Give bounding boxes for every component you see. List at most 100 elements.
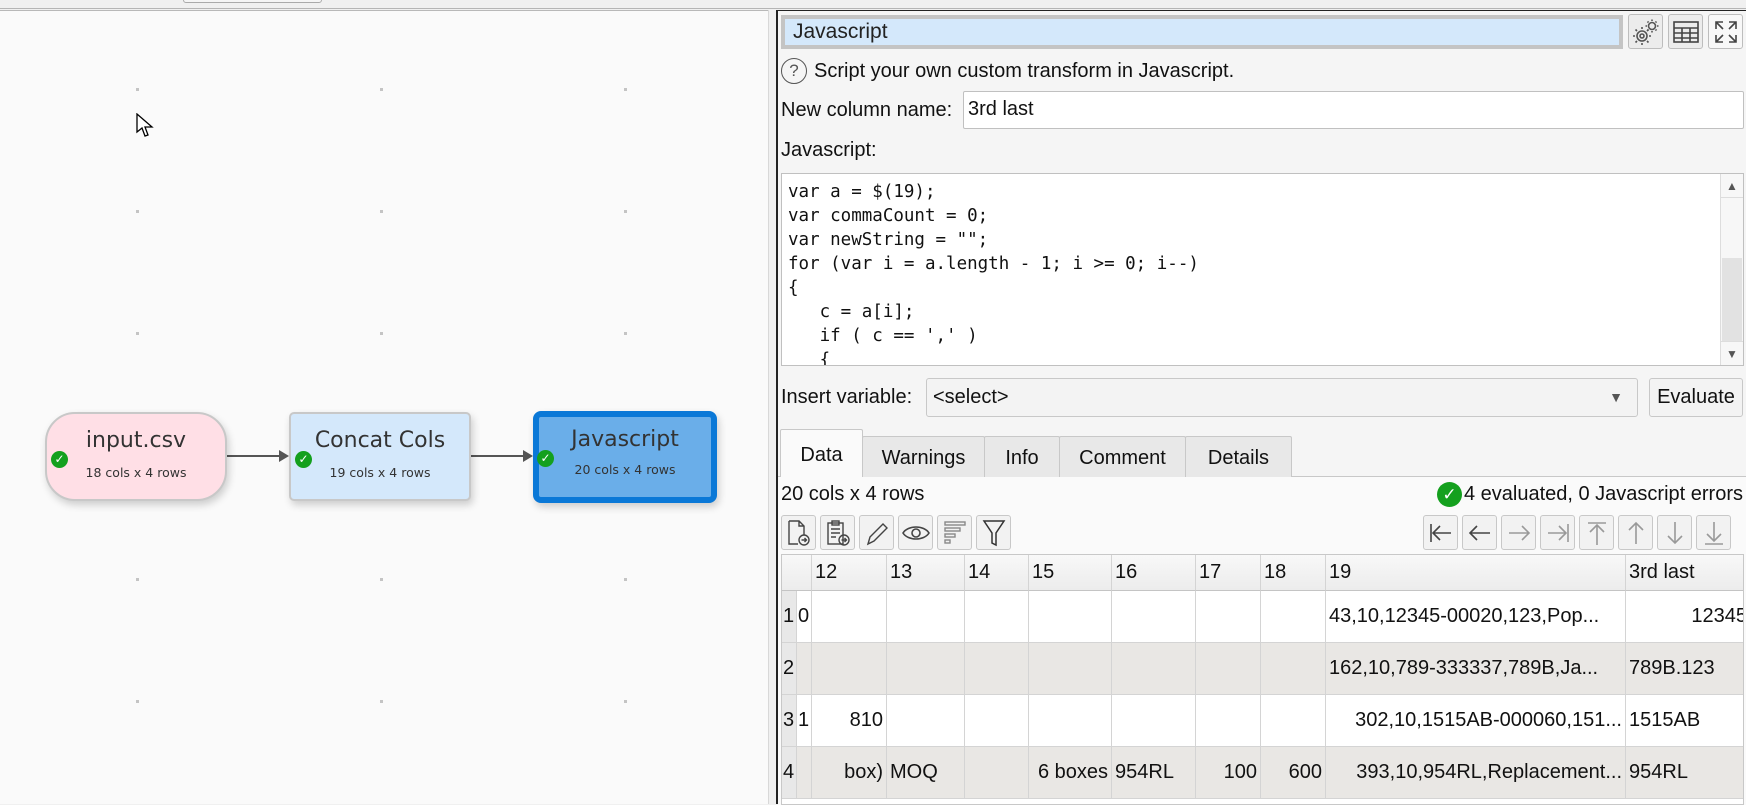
next-row-button[interactable] bbox=[1657, 515, 1692, 550]
table-cell[interactable]: 12345 bbox=[1626, 591, 1743, 643]
new-column-name-input[interactable]: 3rd last bbox=[963, 91, 1744, 129]
column-header[interactable]: 19 bbox=[1326, 555, 1626, 591]
scroll-down-icon[interactable]: ▼ bbox=[1721, 341, 1743, 365]
first-row-button[interactable] bbox=[1579, 515, 1614, 550]
tab-info[interactable]: Info bbox=[984, 436, 1060, 477]
table-cell[interactable]: 0 bbox=[797, 591, 812, 643]
canvas-grid-dot bbox=[136, 700, 139, 703]
table-cell[interactable]: 162,10,789-333337,789B,Ja... bbox=[1326, 643, 1626, 695]
sort-button[interactable] bbox=[937, 515, 972, 550]
table-cell[interactable]: 810 bbox=[812, 695, 887, 747]
table-cell[interactable] bbox=[1029, 643, 1112, 695]
column-header[interactable]: 18 bbox=[1261, 555, 1326, 591]
table-cell[interactable] bbox=[1112, 695, 1196, 747]
table-cell[interactable] bbox=[1112, 643, 1196, 695]
table-cell[interactable] bbox=[797, 643, 812, 695]
tab-data[interactable]: Data bbox=[780, 429, 863, 478]
table-cell[interactable] bbox=[1196, 643, 1261, 695]
row-header[interactable]: 1 bbox=[782, 591, 797, 643]
node-concat-cols[interactable]: ✓ Concat Cols 19 cols x 4 rows bbox=[289, 412, 471, 501]
table-cell[interactable] bbox=[887, 591, 965, 643]
scroll-up-icon[interactable]: ▲ bbox=[1721, 174, 1743, 198]
table-cell[interactable]: MOQ bbox=[887, 747, 965, 799]
previous-row-button[interactable] bbox=[1618, 515, 1653, 550]
data-table[interactable]: 12 13 14 15 16 17 18 19 3rd last 1 0 43,10,12345-00… bbox=[781, 554, 1744, 805]
table-cell[interactable] bbox=[1261, 591, 1326, 643]
table-cell[interactable]: 6 boxes bbox=[1029, 747, 1112, 799]
maximize-button[interactable] bbox=[1708, 14, 1743, 49]
first-column-button[interactable] bbox=[1423, 515, 1458, 550]
table-cell[interactable] bbox=[887, 643, 965, 695]
tab-details[interactable]: Details bbox=[1185, 436, 1292, 477]
table-cell[interactable]: 1 bbox=[797, 695, 812, 747]
edge-input-to-concat bbox=[227, 455, 279, 457]
table-cell[interactable] bbox=[887, 695, 965, 747]
table-cell[interactable]: 954RL bbox=[1112, 747, 1196, 799]
export-file-button[interactable] bbox=[781, 515, 816, 550]
gear-icon bbox=[1632, 19, 1658, 45]
table-view-button[interactable] bbox=[1668, 14, 1703, 49]
table-cell[interactable] bbox=[1112, 591, 1196, 643]
view-button[interactable] bbox=[898, 515, 933, 550]
table-cell[interactable] bbox=[1261, 695, 1326, 747]
evaluate-button[interactable]: Evaluate bbox=[1649, 378, 1743, 417]
table-cell[interactable]: 393,10,954RL,Replacement... bbox=[1326, 747, 1626, 799]
table-cell[interactable]: 1515AB bbox=[1626, 695, 1743, 747]
toolbar-button-partial[interactable] bbox=[183, 0, 322, 3]
row-header[interactable]: 4 bbox=[782, 747, 797, 799]
table-cell[interactable] bbox=[965, 643, 1029, 695]
table-cell[interactable] bbox=[1196, 695, 1261, 747]
tab-warnings[interactable]: Warnings bbox=[862, 436, 985, 477]
column-header[interactable]: 13 bbox=[887, 555, 965, 591]
code-text[interactable]: var a = $(19); var commaCount = 0; var n… bbox=[788, 180, 1199, 365]
edit-button[interactable] bbox=[859, 515, 894, 550]
help-icon[interactable]: ? bbox=[781, 58, 807, 84]
scrollbar-thumb[interactable] bbox=[1722, 258, 1742, 342]
table-cell[interactable]: 43,10,12345-00020,123,Pop... bbox=[1326, 591, 1626, 643]
table-cell[interactable] bbox=[965, 747, 1029, 799]
node-javascript[interactable]: ✓ Javascript 20 cols x 4 rows bbox=[533, 411, 717, 503]
tab-comment[interactable]: Comment bbox=[1059, 436, 1186, 477]
editor-scrollbar[interactable]: ▲ ▼ bbox=[1720, 174, 1743, 365]
table-cell[interactable]: 789B.123 bbox=[1626, 643, 1743, 695]
table-cell[interactable] bbox=[1029, 695, 1112, 747]
table-cell[interactable] bbox=[965, 695, 1029, 747]
table-cell[interactable]: 100 bbox=[1196, 747, 1261, 799]
column-header[interactable]: 17 bbox=[1196, 555, 1261, 591]
table-cell[interactable] bbox=[797, 747, 812, 799]
next-column-button[interactable] bbox=[1501, 515, 1536, 550]
column-header[interactable]: 14 bbox=[965, 555, 1029, 591]
filter-button[interactable] bbox=[976, 515, 1011, 550]
table-cell[interactable] bbox=[812, 643, 887, 695]
row-header[interactable]: 3 bbox=[782, 695, 797, 747]
copy-clipboard-button[interactable] bbox=[820, 515, 855, 550]
description: ? Script your own custom transform in Ja… bbox=[781, 58, 1234, 84]
table-cell[interactable] bbox=[1029, 591, 1112, 643]
column-header[interactable]: 16 bbox=[1112, 555, 1196, 591]
node-input-csv[interactable]: ✓ input.csv 18 cols x 4 rows bbox=[45, 412, 227, 501]
table-cell[interactable] bbox=[965, 591, 1029, 643]
canvas-grid-dot bbox=[624, 332, 627, 335]
column-header[interactable]: 15 bbox=[1029, 555, 1112, 591]
column-header[interactable]: 3rd last bbox=[1626, 555, 1743, 591]
table-cell[interactable]: 954RL bbox=[1626, 747, 1743, 799]
table-cell[interactable]: box) bbox=[812, 747, 887, 799]
last-row-button[interactable] bbox=[1696, 515, 1731, 550]
table-cell[interactable] bbox=[1196, 591, 1261, 643]
table-cell[interactable]: 600 bbox=[1261, 747, 1326, 799]
panel-splitter[interactable] bbox=[768, 10, 776, 804]
row-header[interactable]: 2 bbox=[782, 643, 797, 695]
table-cell[interactable] bbox=[812, 591, 887, 643]
table-cell[interactable]: 302,10,1515AB-000060,151... bbox=[1326, 695, 1626, 747]
last-column-button[interactable] bbox=[1540, 515, 1575, 550]
previous-column-button[interactable] bbox=[1462, 515, 1497, 550]
insert-variable-select[interactable]: <select> ▼ bbox=[926, 378, 1638, 417]
settings-button[interactable] bbox=[1628, 14, 1663, 49]
column-header[interactable]: 12 bbox=[812, 555, 887, 591]
workflow-canvas[interactable]: ✓ input.csv 18 cols x 4 rows ✓ Concat Co… bbox=[0, 10, 768, 804]
table-cell[interactable] bbox=[1261, 643, 1326, 695]
javascript-editor[interactable]: var a = $(19); var commaCount = 0; var n… bbox=[781, 173, 1744, 366]
copy-clipboard-icon bbox=[826, 519, 850, 546]
export-file-icon bbox=[787, 519, 810, 546]
sort-icon bbox=[943, 520, 966, 544]
